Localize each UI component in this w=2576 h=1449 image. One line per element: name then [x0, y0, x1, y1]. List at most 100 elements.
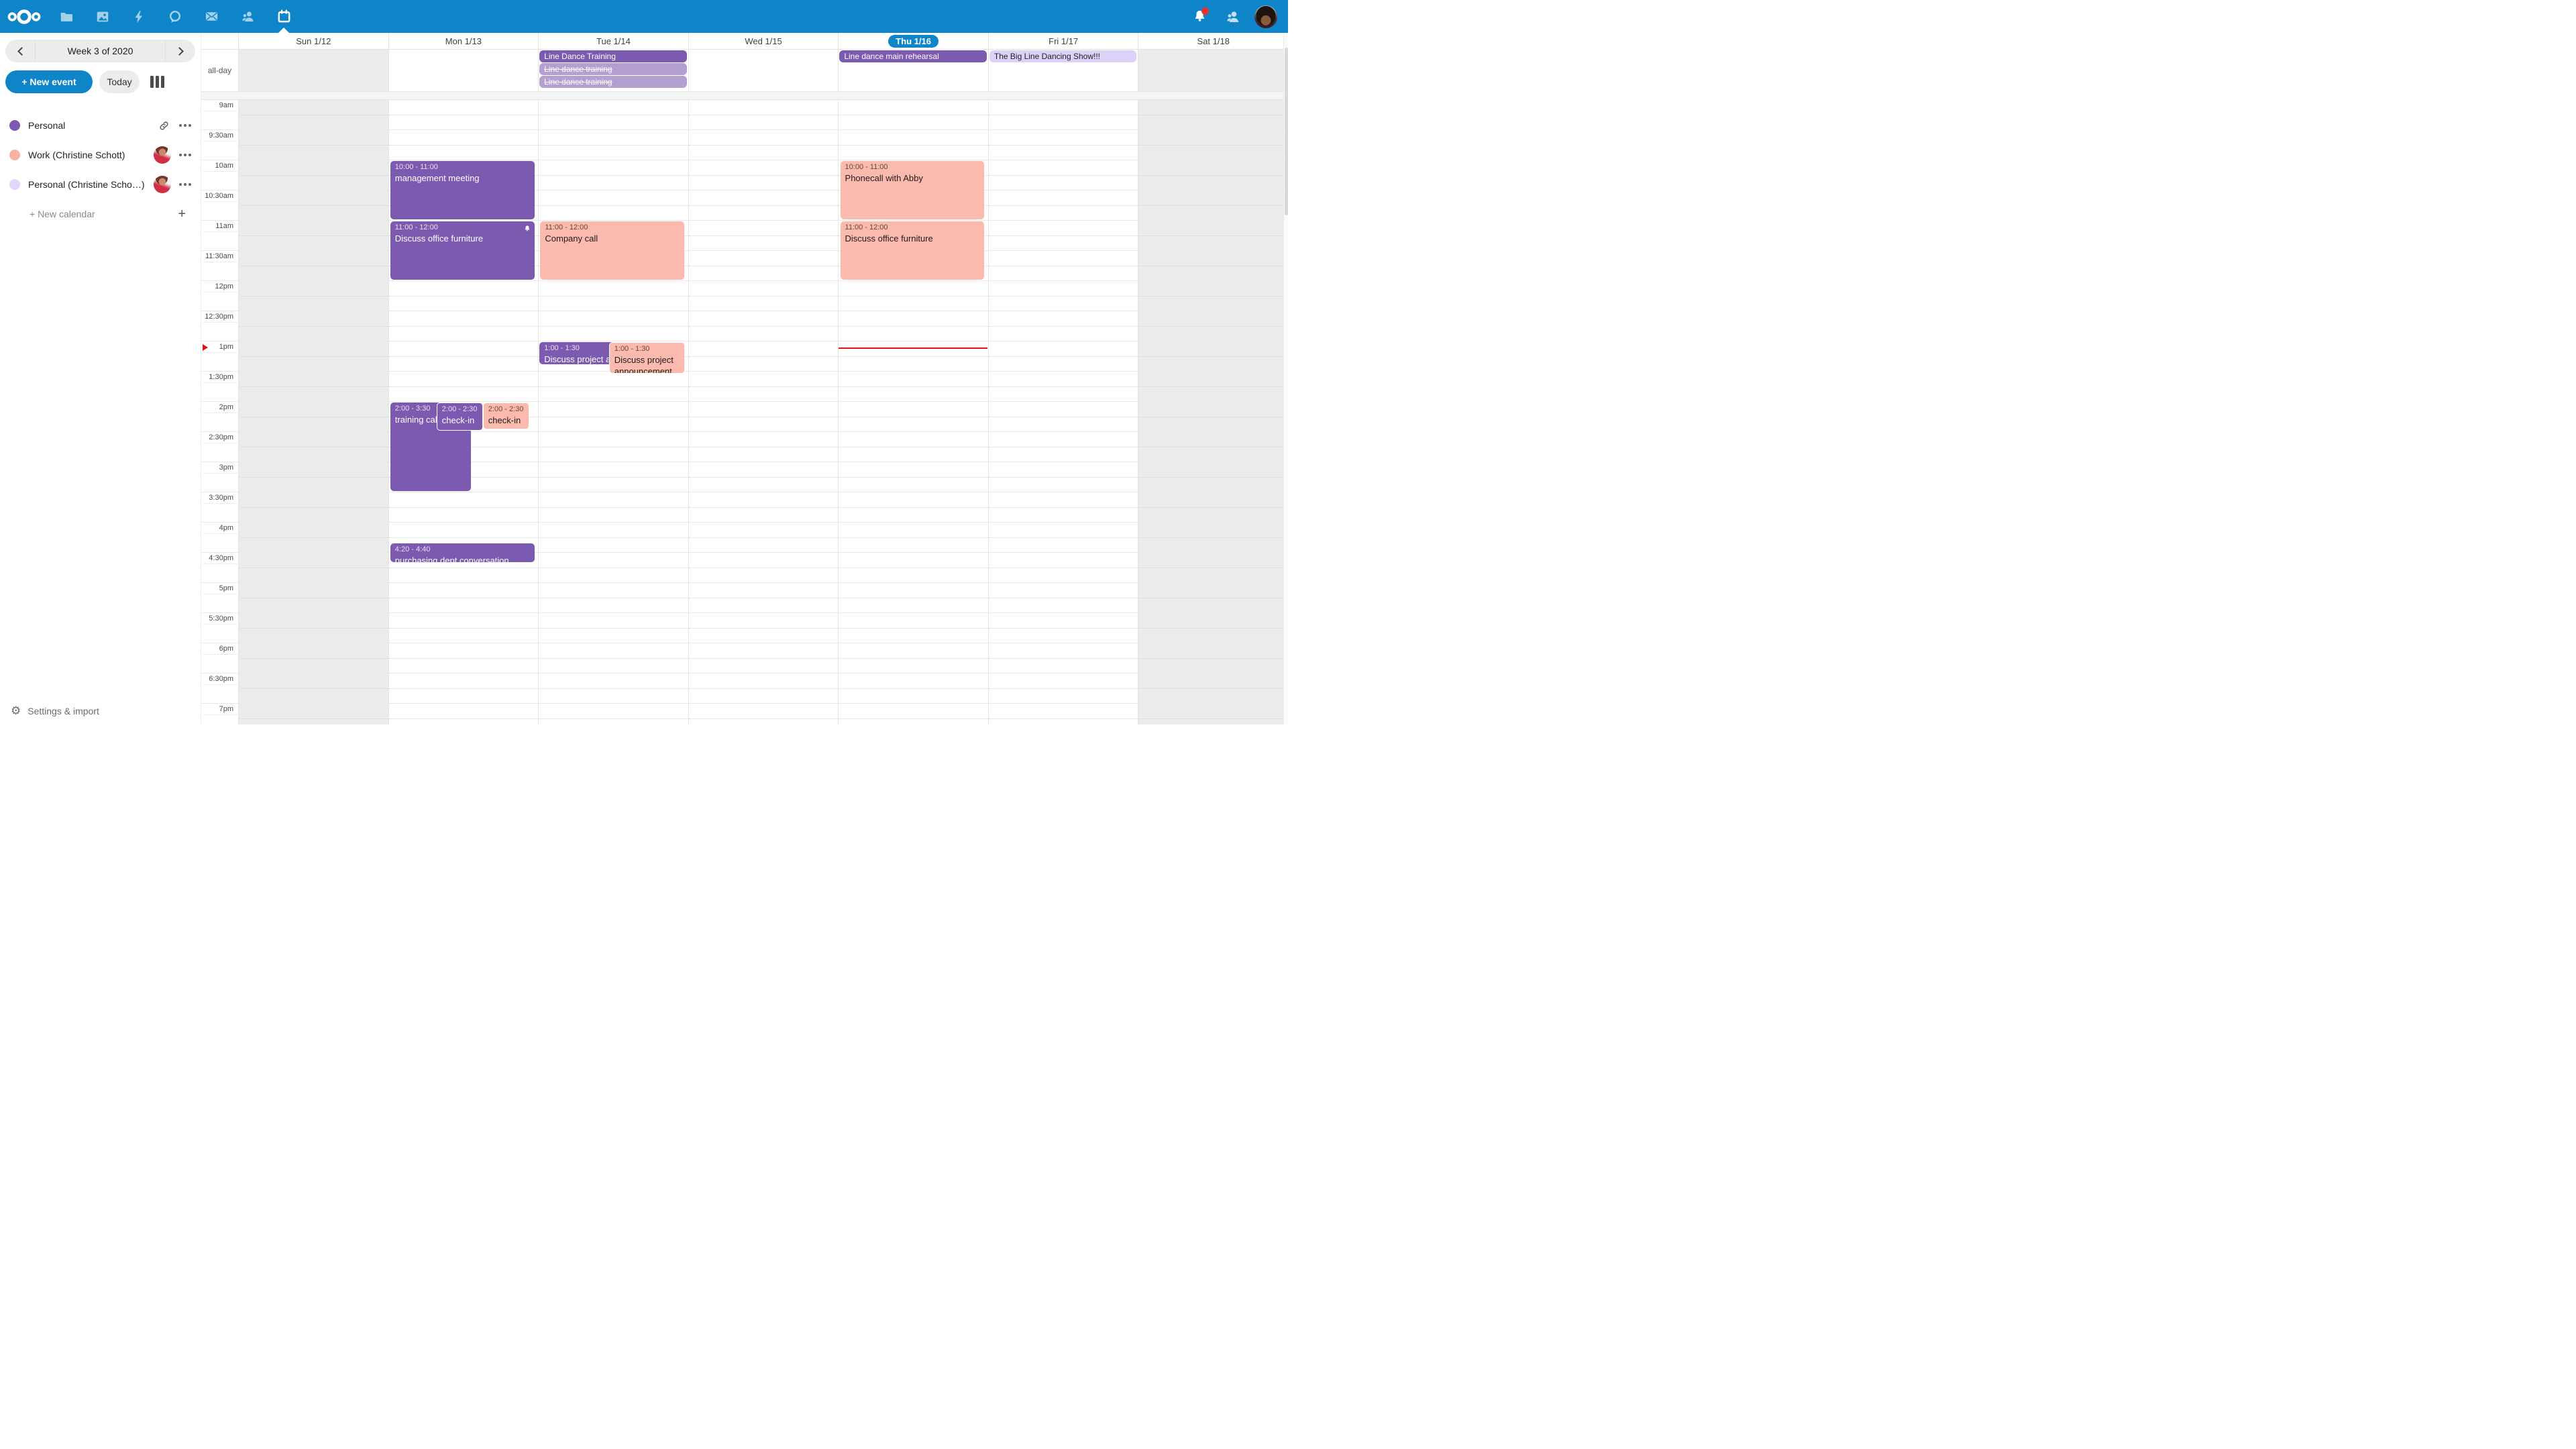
time-grid-cell[interactable]	[1138, 372, 1288, 402]
time-grid-cell[interactable]	[239, 221, 388, 251]
all-day-cell[interactable]	[1138, 50, 1288, 91]
all-day-cell[interactable]: Line Dance TrainingLine dance trainingLi…	[538, 50, 688, 91]
calendar-color-dot[interactable]	[9, 179, 20, 190]
time-grid-cell[interactable]	[239, 100, 388, 130]
day-header[interactable]: Tue 1/14	[538, 33, 688, 49]
time-grid-cell[interactable]	[239, 281, 388, 311]
time-grid-cell[interactable]	[989, 191, 1138, 221]
share-link-icon[interactable]	[156, 120, 171, 131]
time-grid-cell[interactable]	[839, 553, 988, 583]
new-calendar-button[interactable]: + New calendar	[30, 209, 178, 219]
photos-icon[interactable]	[85, 0, 121, 33]
time-grid-cell[interactable]	[839, 492, 988, 523]
time-grid-cell[interactable]	[839, 311, 988, 341]
all-day-event[interactable]: Line Dance Training	[539, 50, 687, 62]
time-grid-cell[interactable]	[689, 674, 839, 704]
time-grid-cell[interactable]	[1138, 341, 1288, 372]
time-grid-cell[interactable]	[239, 311, 388, 341]
time-grid-cell[interactable]	[389, 130, 539, 160]
time-grid-cell[interactable]	[539, 462, 688, 492]
all-day-event[interactable]: Line dance main rehearsal	[839, 50, 987, 62]
event-card[interactable]: 4:20 - 4:40purchasing dept conversation	[390, 543, 535, 562]
scrollbar-thumb[interactable]	[1285, 48, 1288, 215]
time-grid-cell[interactable]	[239, 130, 388, 160]
shared-by-avatar[interactable]	[154, 176, 171, 193]
today-pill[interactable]: Thu 1/16	[888, 35, 938, 48]
time-grid-cell[interactable]	[1138, 402, 1288, 432]
time-grid-cell[interactable]	[689, 553, 839, 583]
time-grid-cell[interactable]	[689, 311, 839, 341]
next-week-button[interactable]	[166, 40, 195, 62]
settings-import-button[interactable]: ⚙ Settings & import	[11, 705, 99, 716]
day-header[interactable]: Mon 1/13	[388, 33, 539, 49]
time-grid-cell[interactable]	[689, 462, 839, 492]
day-header-today[interactable]: Thu 1/16	[838, 33, 988, 49]
calendar-menu-icon[interactable]	[179, 124, 191, 127]
time-grid-cell[interactable]	[1138, 643, 1288, 674]
time-grid-cell[interactable]	[839, 130, 988, 160]
week-label[interactable]: Week 3 of 2020	[35, 40, 166, 62]
all-day-cell[interactable]: Line dance main rehearsal	[838, 50, 988, 91]
time-grid-cell[interactable]	[539, 100, 688, 130]
all-day-cell[interactable]: The Big Line Dancing Show!!!	[988, 50, 1138, 91]
all-day-cell[interactable]	[238, 50, 388, 91]
time-grid-cell[interactable]	[689, 221, 839, 251]
time-grid-cell[interactable]	[689, 251, 839, 281]
user-avatar[interactable]	[1254, 5, 1277, 28]
vertical-scrollbar[interactable]	[1283, 33, 1288, 724]
calendar-list-item[interactable]: Personal	[0, 111, 201, 140]
calendar-list-item[interactable]: Work (Christine Schott)	[0, 140, 201, 170]
time-grid-cell[interactable]	[389, 100, 539, 130]
time-grid-cell[interactable]	[989, 674, 1138, 704]
time-grid-cell[interactable]	[839, 704, 988, 724]
time-grid-cell[interactable]	[839, 372, 988, 402]
time-grid-cell[interactable]	[239, 372, 388, 402]
time-grid-cell[interactable]	[1138, 492, 1288, 523]
time-grid-cell[interactable]	[989, 251, 1138, 281]
time-grid-cell[interactable]	[1138, 704, 1288, 724]
time-grid-cell[interactable]	[1138, 462, 1288, 492]
day-header[interactable]: Sun 1/12	[238, 33, 388, 49]
time-grid-cell[interactable]	[989, 372, 1138, 402]
time-grid-cell[interactable]	[689, 492, 839, 523]
people-icon[interactable]	[229, 0, 266, 33]
time-grid-cell[interactable]	[839, 643, 988, 674]
time-grid-cell[interactable]	[839, 281, 988, 311]
time-grid-cell[interactable]	[539, 643, 688, 674]
time-grid-cell[interactable]	[239, 191, 388, 221]
time-grid-cell[interactable]	[1138, 523, 1288, 553]
time-grid-cell[interactable]	[989, 583, 1138, 613]
all-day-event[interactable]: Line dance training	[539, 63, 687, 75]
time-grid-cell[interactable]	[1138, 553, 1288, 583]
calendar-icon[interactable]	[266, 0, 302, 33]
time-grid-cell[interactable]	[239, 613, 388, 643]
time-grid-cell[interactable]	[1138, 100, 1288, 130]
lightning-icon[interactable]	[121, 0, 157, 33]
time-grid-cell[interactable]	[989, 613, 1138, 643]
time-grid-cell[interactable]	[689, 523, 839, 553]
time-grid-cell[interactable]	[239, 432, 388, 462]
time-grid-cell[interactable]	[839, 462, 988, 492]
time-grid-cell[interactable]	[539, 704, 688, 724]
time-grid-cell[interactable]	[1138, 583, 1288, 613]
time-grid-cell[interactable]	[839, 100, 988, 130]
time-grid-cell[interactable]	[389, 492, 539, 523]
event-card[interactable]: 2:00 - 2:30check-in	[483, 402, 529, 429]
time-grid-cell[interactable]	[389, 311, 539, 341]
today-button[interactable]: Today	[99, 70, 140, 93]
time-grid-cell[interactable]	[1138, 130, 1288, 160]
time-grid-cell[interactable]	[689, 643, 839, 674]
time-grid-cell[interactable]	[539, 160, 688, 191]
time-grid-cell[interactable]	[539, 583, 688, 613]
time-grid-cell[interactable]	[539, 372, 688, 402]
time-grid-cell[interactable]	[989, 130, 1138, 160]
time-grid-cell[interactable]	[389, 583, 539, 613]
time-grid-cell[interactable]	[1138, 674, 1288, 704]
time-grid-cell[interactable]	[539, 674, 688, 704]
time-grid-cell[interactable]	[839, 341, 988, 372]
time-grid-cell[interactable]	[539, 402, 688, 432]
time-grid-cell[interactable]	[689, 281, 839, 311]
time-grid-cell[interactable]	[539, 130, 688, 160]
time-grid-cell[interactable]	[839, 583, 988, 613]
calendar-list-item[interactable]: Personal (Christine Scho…)	[0, 170, 201, 199]
